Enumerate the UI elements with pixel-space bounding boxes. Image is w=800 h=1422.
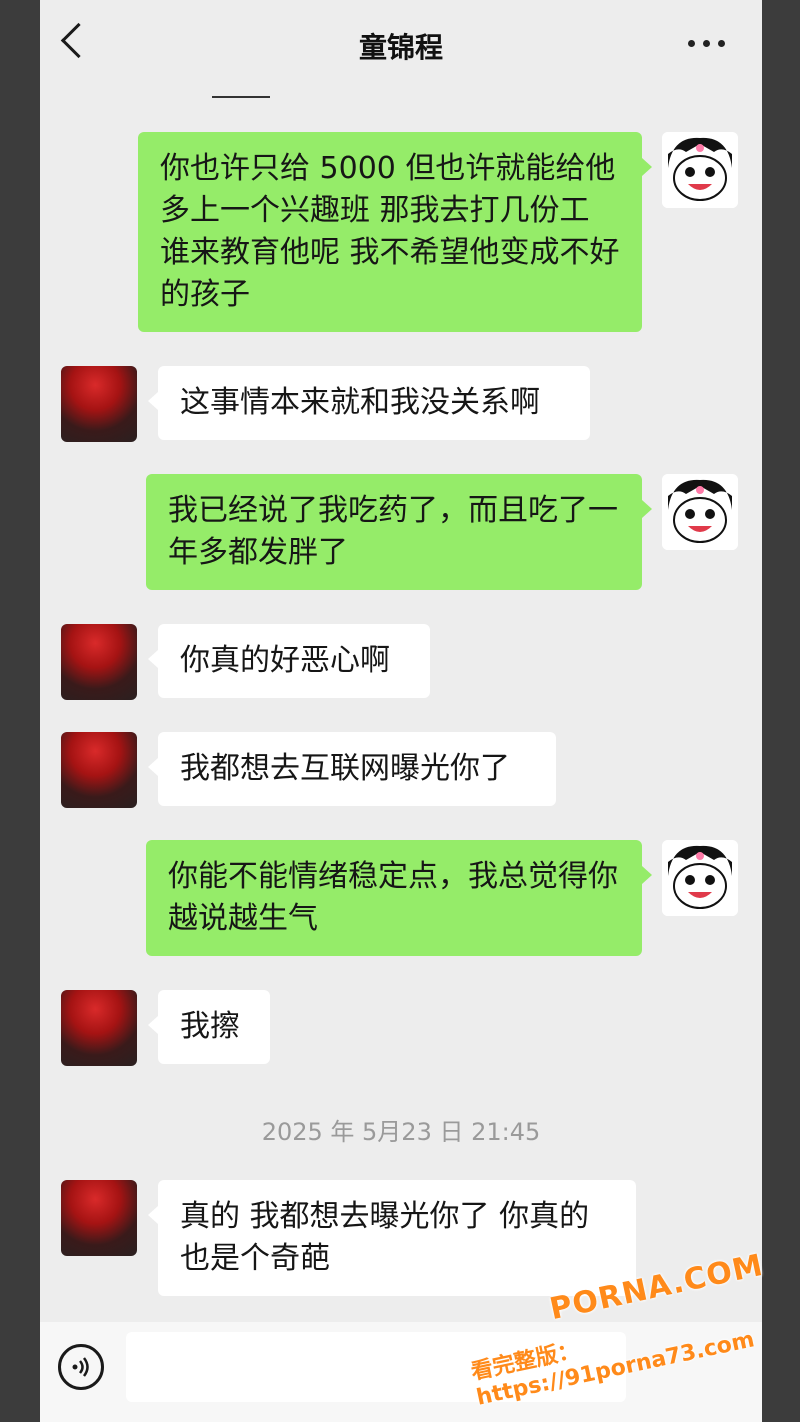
contact-avatar[interactable]: [61, 990, 137, 1066]
contact-avatar[interactable]: [61, 366, 137, 442]
more-dots-icon[interactable]: [688, 40, 728, 50]
message-bubble-received[interactable]: 我擦: [148, 990, 270, 1064]
voice-icon[interactable]: [58, 1344, 104, 1390]
message-bubble-sent[interactable]: 你能不能情绪稳定点，我总觉得你越说越生气: [146, 840, 652, 956]
my-avatar[interactable]: [662, 132, 738, 208]
top-bar: 童锦程: [40, 0, 762, 90]
divider: [212, 96, 270, 98]
message-bubble-received[interactable]: 这事情本来就和我没关系啊: [148, 366, 590, 440]
message-timestamp: 2025 年 5月23 日 21:45: [261, 1118, 541, 1146]
my-avatar[interactable]: [662, 840, 738, 916]
message-bubble-received[interactable]: 你真的好恶心啊: [148, 624, 430, 698]
my-avatar[interactable]: [662, 474, 738, 550]
contact-avatar[interactable]: [61, 624, 137, 700]
message-bubble-sent[interactable]: 你也许只给 5000 但也许就能给他多上一个兴趣班 那我去打几份工 谁来教育他呢…: [138, 132, 652, 332]
chat-screen: 童锦程 你也许只给 5000 但也许就能给他多上一个兴趣班 那我去打几份工 谁来…: [40, 0, 762, 1422]
message-bubble-received[interactable]: 真的 我都想去曝光你了 你真的也是个奇葩: [148, 1180, 636, 1296]
contact-avatar[interactable]: [61, 732, 137, 808]
message-bubble-sent[interactable]: 我已经说了我吃药了，而且吃了一年多都发胖了: [146, 474, 652, 590]
contact-avatar[interactable]: [61, 1180, 137, 1256]
message-bubble-received[interactable]: 我都想去互联网曝光你了: [148, 732, 556, 806]
chat-title: 童锦程: [358, 31, 443, 64]
